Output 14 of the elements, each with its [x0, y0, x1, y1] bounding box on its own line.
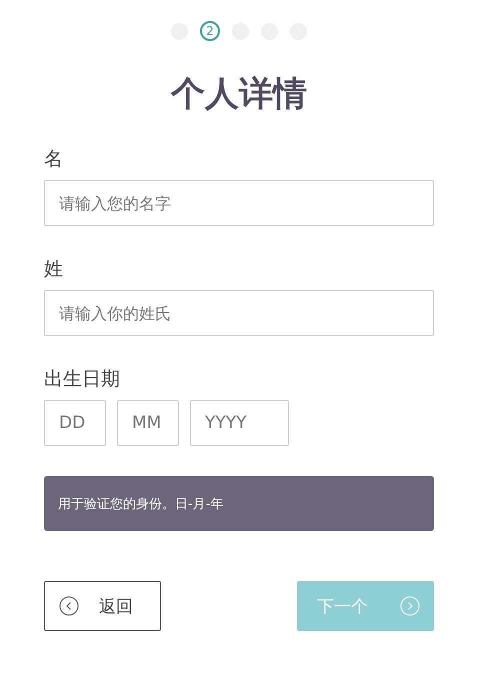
- hint-banner: 用于验证您的身份。日-月-年: [44, 476, 434, 531]
- date-field[interactable]: MM: [117, 400, 179, 446]
- text-field[interactable]: 请输入您的名字: [44, 180, 434, 226]
- date-field[interactable]: DD: [44, 400, 106, 446]
- back-button[interactable]: 返回: [44, 581, 161, 631]
- step-indicator: 2: [200, 21, 220, 41]
- left-chevron-icon: [59, 596, 79, 616]
- field-label: 姓: [44, 257, 64, 282]
- field-label: 名: [44, 147, 64, 172]
- field-label: 出生日期: [44, 367, 121, 392]
- date-field[interactable]: YYYY: [190, 400, 289, 446]
- right-chevron-icon: [400, 596, 420, 616]
- page-title: 个人详情: [170, 73, 308, 116]
- text-field[interactable]: 请输入你的姓氏: [44, 290, 434, 336]
